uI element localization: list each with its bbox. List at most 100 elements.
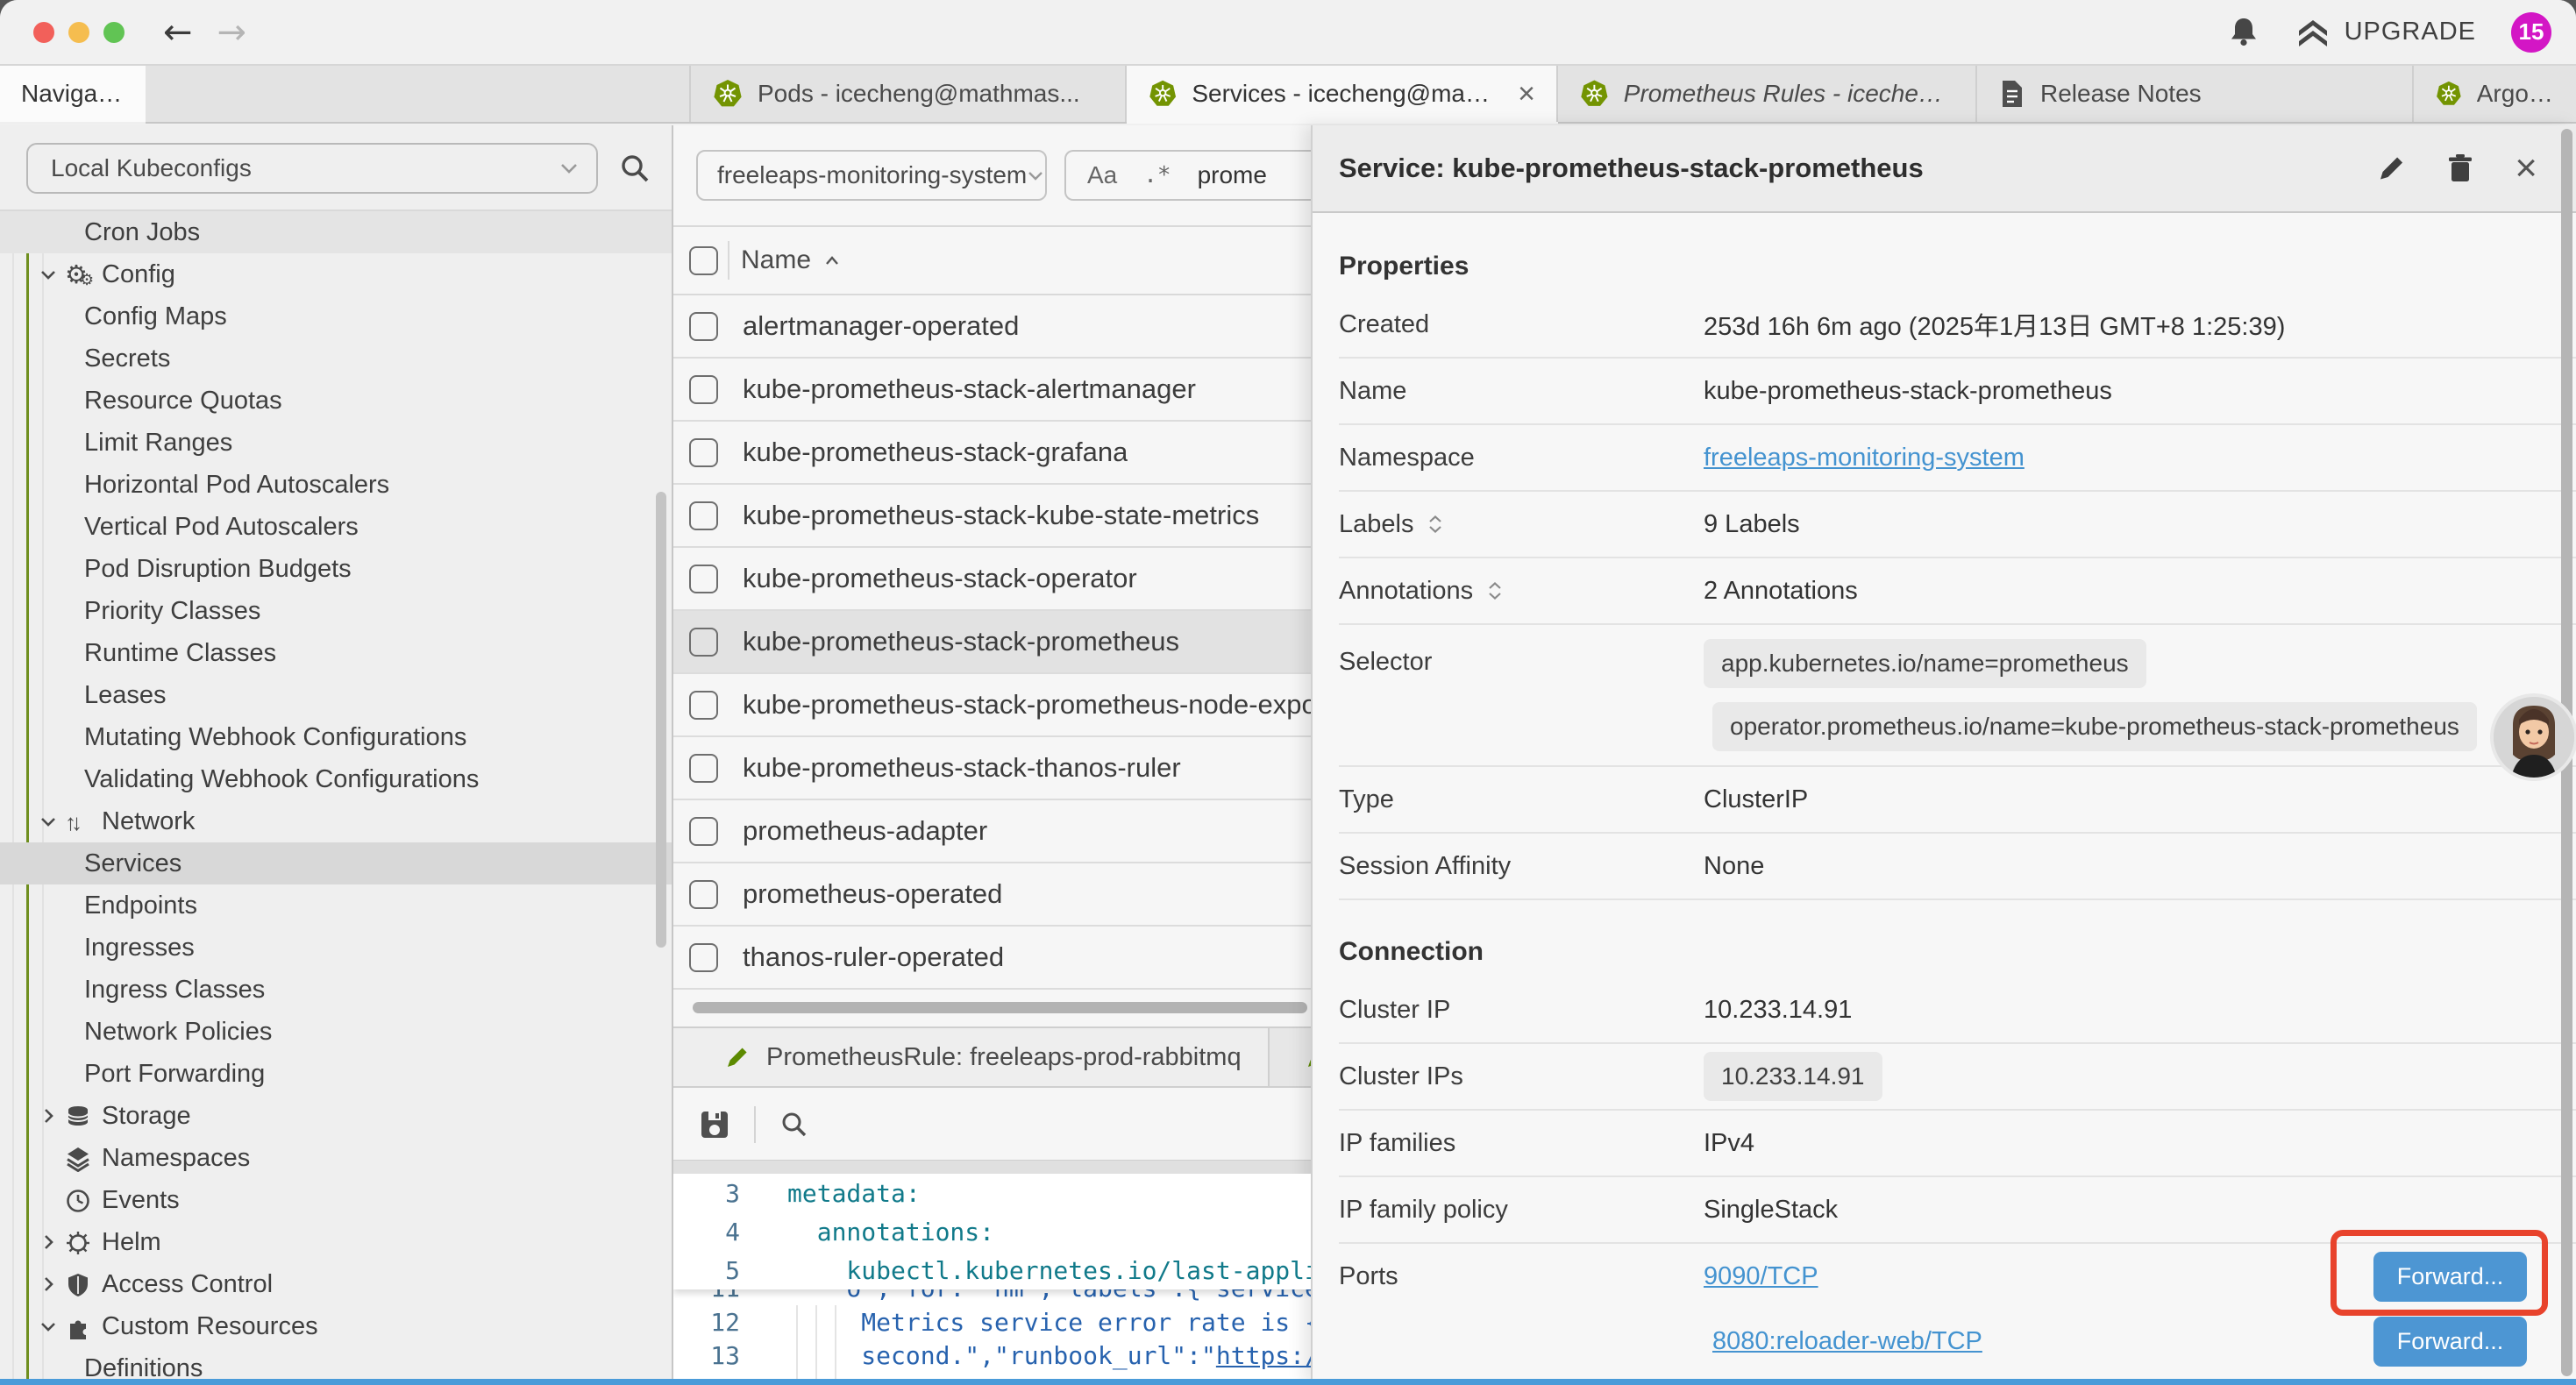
- minimize-window-button[interactable]: [68, 22, 89, 43]
- sidebar-item-limit-ranges[interactable]: Limit Ranges: [0, 422, 672, 464]
- kubernetes-icon: [1148, 78, 1178, 110]
- expand-collapse-icon[interactable]: [1485, 580, 1505, 601]
- sidebar-item-vertical-pod-autoscalers[interactable]: Vertical Pod Autoscalers: [0, 506, 672, 548]
- up-down-arrows-icon: ↑↓: [65, 807, 96, 837]
- match-case-toggle[interactable]: Aa: [1087, 161, 1117, 189]
- table-row[interactable]: thanos-ruler-operated: [673, 927, 1311, 990]
- sidebar-item-namespaces[interactable]: Namespaces: [0, 1137, 672, 1179]
- notification-badge[interactable]: 15: [2511, 12, 2551, 53]
- sidebar-item-services[interactable]: Services: [0, 842, 672, 884]
- kubernetes-icon: [712, 78, 744, 110]
- table-row[interactable]: kube-prometheus-stack-prometheus-node-ex…: [673, 674, 1311, 737]
- sidebar-item-runtime-classes[interactable]: Runtime Classes: [0, 632, 672, 674]
- kubeconfig-select[interactable]: Local Kubeconfigs: [26, 143, 598, 194]
- sidebar-item-mutating-webhook-configurations[interactable]: Mutating Webhook Configurations: [0, 716, 672, 758]
- sidebar-item-events[interactable]: Events: [0, 1179, 672, 1221]
- sidebar-item-pod-disruption-budgets[interactable]: Pod Disruption Budgets: [0, 548, 672, 590]
- sidebar-item-leases[interactable]: Leases: [0, 674, 672, 716]
- port-link[interactable]: 9090/TCP: [1704, 1262, 1818, 1291]
- sidebar-search-icon[interactable]: [617, 151, 652, 186]
- column-name[interactable]: Name: [741, 245, 811, 275]
- sidebar-item-horizontal-pod-autoscalers[interactable]: Horizontal Pod Autoscalers: [0, 464, 672, 506]
- namespace-link[interactable]: freeleaps-monitoring-system: [1704, 444, 2025, 472]
- filter-input[interactable]: Aa .* prome: [1064, 150, 1311, 201]
- row-checkbox[interactable]: [689, 628, 718, 657]
- editor-tab-prometheusrule[interactable]: PrometheusRule: freeleaps-prod-rabbitmq: [673, 1028, 1270, 1086]
- yaml-editor[interactable]: 3metadata: 4 annotations: 5 kubectl.kube…: [673, 1174, 1311, 1385]
- tab-prometheus-rules[interactable]: Prometheus Rules - icecheng...: [1558, 66, 1977, 122]
- editor-toolbar: [673, 1090, 1311, 1160]
- table-row-selected[interactable]: kube-prometheus-stack-prometheus: [673, 611, 1311, 674]
- trash-icon[interactable]: [2446, 153, 2474, 184]
- sidebar-item-ingress-classes[interactable]: Ingress Classes: [0, 969, 672, 1011]
- zoom-window-button[interactable]: [103, 22, 125, 43]
- sidebar-item-helm[interactable]: Helm: [0, 1221, 672, 1263]
- save-icon[interactable]: [698, 1108, 731, 1141]
- table-row[interactable]: alertmanager-operated: [673, 295, 1311, 359]
- horizontal-scrollbar[interactable]: [693, 1002, 1307, 1013]
- table-row[interactable]: kube-prometheus-stack-kube-state-metrics: [673, 485, 1311, 548]
- table-row[interactable]: kube-prometheus-stack-thanos-ruler: [673, 737, 1311, 800]
- tab-navigator[interactable]: Navigator: [0, 66, 146, 122]
- sidebar-scrollbar[interactable]: [656, 492, 666, 948]
- sidebar-item-endpoints[interactable]: Endpoints: [0, 884, 672, 927]
- select-all-checkbox[interactable]: [689, 246, 718, 275]
- close-tab-icon[interactable]: ×: [1505, 77, 1535, 111]
- table-row[interactable]: kube-prometheus-stack-alertmanager: [673, 359, 1311, 422]
- tab-argo[interactable]: Argo Se: [2414, 66, 2576, 122]
- row-checkbox[interactable]: [689, 565, 718, 593]
- sidebar-item-config[interactable]: ⚙⚙ Config: [0, 253, 672, 295]
- bell-icon[interactable]: [2227, 15, 2260, 50]
- row-checkbox[interactable]: [689, 817, 718, 846]
- runbook-url-link[interactable]: https://net: [1216, 1341, 1311, 1370]
- row-checkbox[interactable]: [689, 375, 718, 404]
- tab-pods[interactable]: Pods - icecheng@mathmas...: [691, 66, 1127, 122]
- sidebar-item-validating-webhook-configurations[interactable]: Validating Webhook Configurations: [0, 758, 672, 800]
- sidebar-item-priority-classes[interactable]: Priority Classes: [0, 590, 672, 632]
- forward-button[interactable]: Forward...: [2373, 1252, 2527, 1302]
- regex-toggle[interactable]: .*: [1143, 162, 1171, 188]
- sidebar-item-config-maps[interactable]: Config Maps: [0, 295, 672, 337]
- table-row[interactable]: prometheus-operated: [673, 863, 1311, 927]
- sidebar-item-resource-quotas[interactable]: Resource Quotas: [0, 380, 672, 422]
- table-row[interactable]: prometheus-adapter: [673, 800, 1311, 863]
- sidebar-item-secrets[interactable]: Secrets: [0, 337, 672, 380]
- port-link[interactable]: 8080:reloader-web/TCP: [1712, 1327, 1982, 1356]
- document-icon: [1998, 78, 2026, 110]
- row-checkbox[interactable]: [689, 943, 718, 972]
- edit-icon[interactable]: [2376, 153, 2406, 183]
- editor-tab-bar: PrometheusRule: freeleaps-prod-rabbitmq: [673, 1026, 1311, 1088]
- row-checkbox[interactable]: [689, 312, 718, 341]
- upgrade-button[interactable]: UPGRADE: [2295, 17, 2476, 48]
- sidebar-item-network[interactable]: ↑↓ Network: [0, 800, 672, 842]
- close-icon[interactable]: ×: [2515, 149, 2537, 188]
- cluster-ip-chip: 10.233.14.91: [1704, 1052, 1882, 1101]
- forward-button[interactable]: Forward...: [2373, 1317, 2527, 1367]
- connection-row-ports: Ports 9090/TCP Forward... 8080:reloader-…: [1339, 1244, 2576, 1374]
- chevron-right-icon: [39, 1232, 58, 1252]
- sidebar-item-cron-jobs[interactable]: Cron Jobs: [0, 211, 672, 253]
- row-checkbox[interactable]: [689, 501, 718, 530]
- row-checkbox[interactable]: [689, 754, 718, 783]
- sidebar-item-storage[interactable]: Storage: [0, 1095, 672, 1137]
- avatar[interactable]: [2490, 693, 2576, 781]
- row-checkbox[interactable]: [689, 691, 718, 720]
- sidebar-item-custom-resources[interactable]: Custom Resources: [0, 1305, 672, 1347]
- expand-collapse-icon[interactable]: [1426, 514, 1445, 535]
- sidebar-item-access-control[interactable]: Access Control: [0, 1263, 672, 1305]
- forward-arrow-button[interactable]: →: [217, 12, 247, 53]
- tab-services[interactable]: Services - icecheng@math... ×: [1127, 66, 1558, 122]
- sidebar-item-port-forwarding[interactable]: Port Forwarding: [0, 1053, 672, 1095]
- row-checkbox[interactable]: [689, 880, 718, 909]
- editor-tab-partial[interactable]: [1270, 1028, 1311, 1086]
- sidebar-item-ingresses[interactable]: Ingresses: [0, 927, 672, 969]
- back-arrow-button[interactable]: ←: [163, 12, 193, 53]
- table-row[interactable]: kube-prometheus-stack-grafana: [673, 422, 1311, 485]
- tab-release-notes[interactable]: Release Notes: [1977, 66, 2414, 122]
- sidebar-item-network-policies[interactable]: Network Policies: [0, 1011, 672, 1053]
- editor-search-icon[interactable]: [779, 1109, 810, 1140]
- namespace-select[interactable]: freeleaps-monitoring-system: [696, 150, 1047, 201]
- table-row[interactable]: kube-prometheus-stack-operator: [673, 548, 1311, 611]
- close-window-button[interactable]: [33, 22, 54, 43]
- row-checkbox[interactable]: [689, 438, 718, 467]
